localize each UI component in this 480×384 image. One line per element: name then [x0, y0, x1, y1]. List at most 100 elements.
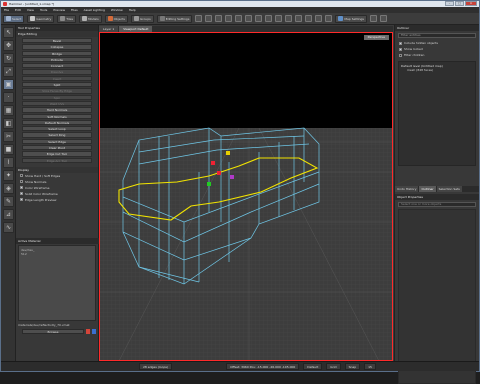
tool-button-soft-normals[interactable]: Soft Normals [22, 113, 92, 119]
object-properties-search[interactable]: Select one or more objects [398, 202, 476, 207]
status-angle-value[interactable]: 15 [364, 363, 376, 370]
toolbar-geometry[interactable]: Geometry [27, 14, 55, 23]
main-toolbar: Select Geometry Tiles Models Objects Gro… [1, 13, 479, 25]
status-bar: 28 edges (loops) Offset: 3960 Pos: -15.0… [1, 361, 479, 371]
viewport-mode-button[interactable]: Perspective [363, 35, 389, 40]
clear-material-icon[interactable] [86, 329, 90, 334]
tab-outliner[interactable]: Outliner [419, 186, 436, 192]
paint-tool-icon[interactable]: ✎ [3, 196, 14, 207]
scale-icon[interactable] [225, 15, 233, 22]
tool-button-spin[interactable]: Spin [22, 94, 92, 100]
help-icon[interactable] [370, 15, 377, 22]
outliner-panel: Outliner Filter entities Include hidden … [394, 25, 479, 384]
edge-tool-buttons: Bevel Collapse Bridge Extrude Connect Dissolv… [16, 38, 98, 163]
toolbar-tiles[interactable]: Tiles [57, 14, 77, 23]
tool-button-hard-normals[interactable]: Hard Normals [22, 107, 92, 113]
tool-button-weld-uvs[interactable]: Weld UVs [22, 100, 92, 107]
entity-tool-icon[interactable]: ✦ [3, 170, 14, 181]
audio-icon[interactable] [275, 15, 283, 22]
vis-icon[interactable] [295, 15, 303, 22]
tiles-icon [60, 16, 66, 21]
path-icon[interactable] [285, 15, 293, 22]
filter-input[interactable]: Filter entities [398, 33, 476, 38]
tab-selection-sets[interactable]: Selection Sets [436, 186, 462, 192]
toolbar-models[interactable]: Models [79, 14, 102, 23]
lock-icon[interactable] [305, 15, 313, 22]
clip-tool-icon[interactable]: ✂ [3, 131, 14, 142]
model-icon [82, 16, 88, 21]
decal-tool-icon[interactable]: ◈ [3, 183, 14, 194]
3d-viewport[interactable]: Perspective [99, 32, 393, 361]
outliner-tabs: Undo History Outliner Selection Sets [395, 186, 479, 192]
pick-material-icon[interactable] [92, 329, 96, 334]
outliner-tree[interactable]: Default level (Untitled map) mesh (848 f… [398, 61, 476, 166]
measure-tool-icon[interactable]: ⊿ [3, 209, 14, 220]
rotate-icon[interactable] [215, 15, 223, 22]
texture-tool-icon[interactable]: ◧ [3, 118, 14, 129]
option-filter-children[interactable]: Filter children [395, 52, 479, 58]
toolbar-select[interactable]: Select [3, 14, 25, 23]
maximize-button[interactable]: □ [455, 1, 464, 6]
status-selection: 28 edges (loops) [139, 363, 173, 370]
display-option-edge-length-preview[interactable]: Edge Length Preview [16, 197, 98, 203]
toolbar-objects[interactable]: Objects [104, 14, 128, 23]
settings-icon [159, 16, 165, 21]
snap-icon[interactable] [195, 15, 203, 22]
toolbar-groups[interactable]: Groups [130, 14, 154, 23]
tool-button-edge-cut-tool[interactable]: Edge Cut Tool [22, 151, 92, 157]
layers-icon[interactable] [315, 15, 323, 22]
browse-button[interactable]: Browse [22, 329, 84, 334]
material-info: dev/dev_ 512 [21, 248, 35, 256]
tool-button-split[interactable]: Split [22, 82, 92, 88]
tool-button-bridge[interactable]: Bridge [22, 50, 92, 56]
close-button[interactable]: × [465, 1, 477, 6]
entity-icon [107, 16, 113, 21]
face-tool-icon[interactable]: ▦ [3, 105, 14, 116]
tool-button-connect[interactable]: Connect [22, 63, 92, 69]
grid-icon[interactable] [205, 15, 213, 22]
status-snap[interactable]: Snap [344, 363, 361, 370]
tree-child-mesh[interactable]: mesh (848 faces) [401, 68, 473, 72]
tool-button-insert[interactable]: Insert [22, 75, 92, 82]
rotate-tool-icon[interactable]: ↻ [3, 53, 14, 64]
material-icon[interactable] [265, 15, 273, 22]
block-tool-icon[interactable]: ■ [3, 144, 14, 155]
edge-tool-icon[interactable]: ▣ [3, 79, 14, 90]
tool-button-select-loop[interactable]: Select Loop [22, 126, 92, 132]
spline-tool-icon[interactable]: ∿ [3, 222, 14, 233]
prefs-icon[interactable] [380, 15, 387, 22]
checkbox-icon [20, 192, 23, 196]
light-icon[interactable] [235, 15, 243, 22]
tool-button-dissolve[interactable]: Dissolve [22, 69, 92, 75]
tool-button-clear-pivot[interactable]: Clear Pivot [22, 145, 92, 151]
checkbox-icon [20, 180, 23, 184]
tool-button-collapse[interactable]: Collapse [22, 44, 92, 50]
tool-button-bevel[interactable]: Bevel [22, 38, 92, 44]
tool-button-slice-faces-by-edge[interactable]: Slice Faces By Edge [22, 88, 92, 94]
tool-button-select-edge[interactable]: Select Edge [22, 138, 92, 145]
scale-tool-icon[interactable]: ⤢ [3, 66, 14, 77]
nav-icon[interactable] [325, 15, 333, 22]
render-icon[interactable] [255, 15, 263, 22]
tool-button-extrude[interactable]: Extrude [22, 56, 92, 63]
tab-undo-history[interactable]: Undo History [395, 186, 419, 192]
material-preview[interactable]: dev/dev_ 512 [18, 245, 96, 321]
path-tool-icon[interactable]: ⌇ [3, 157, 14, 168]
minimize-button[interactable]: – [445, 1, 454, 6]
checkbox-icon [20, 186, 23, 190]
toolbar-map-settings[interactable]: Map Settings [335, 14, 367, 23]
tool-button-edge-arc-tool[interactable]: Edge Arc Tool [22, 157, 92, 163]
select-tool-icon[interactable]: ↖ [3, 27, 14, 38]
move-tool-icon[interactable]: ✥ [3, 40, 14, 51]
tool-button-default-normals[interactable]: Default Normals [22, 119, 92, 126]
status-grid[interactable]: Grid [326, 363, 341, 370]
status-default[interactable]: Default [303, 363, 323, 370]
editor-window: Hammer - [untitled_1.vmap *] – □ × File … [0, 0, 480, 384]
toolbar-editing-settings[interactable]: Editing Settings [156, 14, 193, 23]
object-properties-body [398, 209, 476, 384]
tool-button-select-ring[interactable]: Select Ring [22, 132, 92, 138]
camera-icon[interactable] [245, 15, 253, 22]
checkbox-icon [20, 198, 23, 202]
left-toolstrip: ↖ ✥ ↻ ⤢ ▣ · ▦ ◧ ✂ ■ ⌇ ✦ ◈ ✎ ⊿ ∿ [1, 25, 16, 361]
vertex-tool-icon[interactable]: · [3, 92, 14, 103]
